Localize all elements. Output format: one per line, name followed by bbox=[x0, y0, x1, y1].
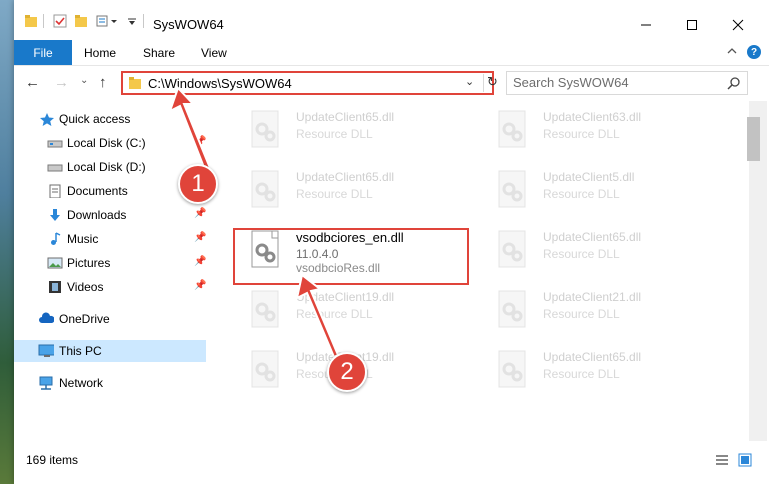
pin-icon[interactable]: 📌 bbox=[194, 256, 206, 267]
nav-item-network[interactable]: Network bbox=[14, 372, 206, 394]
details-view-icon[interactable] bbox=[715, 453, 729, 467]
item-count: 169 items bbox=[26, 453, 79, 467]
nav-item-videos[interactable]: Videos 📌 bbox=[14, 276, 206, 298]
nav-item-downloads[interactable]: Downloads 📌 bbox=[14, 204, 206, 226]
close-icon bbox=[732, 19, 744, 31]
pin-icon[interactable]: 📌 bbox=[194, 280, 206, 291]
search-input[interactable] bbox=[513, 75, 713, 90]
dll-file-icon bbox=[498, 170, 526, 208]
tab-share[interactable]: Share bbox=[143, 46, 175, 60]
properties-icon[interactable] bbox=[52, 13, 68, 29]
minimize-icon bbox=[641, 24, 651, 26]
music-icon bbox=[51, 232, 61, 245]
file-item[interactable]: UpdateClient65.dll Resource DLL bbox=[228, 165, 468, 217]
address-bar[interactable]: C:\Windows\SysWOW64 ⌄ ↻ bbox=[121, 71, 498, 95]
nav-item-onedrive[interactable]: OneDrive bbox=[14, 308, 206, 330]
address-row: ← → ⌄ ↑ C:\Windows\SysWOW64 ⌄ ↻ bbox=[14, 65, 769, 102]
highlight-box-file bbox=[233, 228, 469, 285]
title-bar: SysWOW64 bbox=[14, 0, 769, 38]
qa-dropdown-icon[interactable] bbox=[127, 13, 137, 29]
tab-view[interactable]: View bbox=[201, 46, 227, 60]
pictures-icon bbox=[47, 257, 63, 269]
nav-item-quick-access[interactable]: Quick access bbox=[14, 108, 206, 130]
dll-file-icon bbox=[498, 290, 526, 328]
step-badge-2: 2 bbox=[327, 352, 367, 392]
recent-locations-icon[interactable]: ⌄ bbox=[80, 75, 88, 86]
new-folder-icon[interactable] bbox=[74, 13, 88, 29]
title-divider bbox=[143, 14, 144, 28]
file-item[interactable]: UpdateClient21.dll Resource DLL bbox=[475, 285, 715, 337]
file-item[interactable]: UpdateClient65.dll Resource DLL bbox=[475, 345, 715, 397]
navigation-pane: Quick access Local Disk (C:) 📌 Local Dis… bbox=[14, 101, 210, 441]
refresh-icon[interactable]: ↻ bbox=[483, 74, 501, 92]
nav-item-music[interactable]: Music 📌 bbox=[14, 228, 206, 250]
close-button[interactable] bbox=[715, 10, 761, 40]
file-explorer-window: SysWOW64 File Home Share View ? ← → ⌄ ↑ … bbox=[14, 0, 769, 484]
file-item[interactable]: UpdateClient65.dll Resource DLL bbox=[228, 105, 468, 157]
pin-icon[interactable]: 📌 bbox=[194, 136, 206, 147]
dll-file-icon bbox=[251, 290, 279, 328]
help-icon[interactable]: ? bbox=[747, 45, 761, 59]
address-path: C:\Windows\SysWOW64 bbox=[148, 76, 292, 91]
file-item[interactable]: UpdateClient63.dll Resource DLL bbox=[475, 105, 715, 157]
back-icon[interactable]: ← bbox=[25, 74, 40, 91]
customize-toolbar-icon[interactable] bbox=[96, 13, 120, 29]
qa-divider bbox=[43, 14, 44, 28]
nav-item-local-disk-c[interactable]: Local Disk (C:) 📌 bbox=[14, 132, 206, 154]
dll-file-icon bbox=[251, 170, 279, 208]
drive-icon bbox=[47, 140, 63, 148]
pin-icon[interactable]: 📌 bbox=[194, 232, 206, 243]
pin-icon[interactable]: 📌 bbox=[194, 208, 206, 219]
folder-icon bbox=[25, 15, 37, 27]
dll-file-icon bbox=[498, 350, 526, 388]
search-icon[interactable] bbox=[727, 76, 741, 90]
downloads-icon bbox=[50, 209, 60, 221]
this-pc-icon bbox=[38, 344, 54, 357]
nav-item-local-disk-d[interactable]: Local Disk (D:) bbox=[14, 156, 206, 178]
maximize-icon bbox=[687, 20, 697, 30]
window-title: SysWOW64 bbox=[153, 17, 224, 32]
tab-home[interactable]: Home bbox=[84, 46, 116, 60]
dll-file-icon bbox=[251, 350, 279, 388]
forward-icon[interactable]: → bbox=[54, 74, 69, 91]
ribbon-expand-icon[interactable] bbox=[726, 45, 738, 57]
tab-file[interactable]: File bbox=[14, 40, 72, 65]
folder-icon bbox=[129, 77, 141, 89]
dll-file-icon bbox=[498, 110, 526, 148]
nav-item-this-pc[interactable]: This PC bbox=[14, 340, 206, 362]
dll-file-icon bbox=[251, 110, 279, 148]
drive-icon bbox=[47, 164, 63, 172]
up-icon[interactable]: ↑ bbox=[99, 74, 107, 91]
ribbon-tabs: File Home Share View ? bbox=[14, 40, 769, 65]
minimize-button[interactable] bbox=[623, 10, 669, 40]
status-bar: 169 items bbox=[14, 443, 769, 484]
file-item[interactable]: UpdateClient19.dll Resource DLL bbox=[228, 285, 468, 337]
videos-icon bbox=[49, 281, 61, 293]
star-icon bbox=[40, 113, 54, 126]
onedrive-icon bbox=[39, 312, 54, 323]
documents-icon bbox=[49, 184, 61, 198]
search-box[interactable] bbox=[506, 71, 748, 95]
step-badge-1: 1 bbox=[178, 164, 218, 204]
large-icons-view-icon[interactable] bbox=[738, 453, 752, 467]
file-item[interactable]: UpdateClient5.dll Resource DLL bbox=[475, 165, 715, 217]
maximize-button[interactable] bbox=[669, 10, 715, 40]
nav-item-pictures[interactable]: Pictures 📌 bbox=[14, 252, 206, 274]
dll-file-icon bbox=[498, 230, 526, 268]
file-item[interactable]: UpdateClient65.dll Resource DLL bbox=[475, 225, 715, 277]
address-dropdown-icon[interactable]: ⌄ bbox=[465, 75, 474, 88]
scrollbar-thumb[interactable] bbox=[747, 117, 760, 161]
network-icon bbox=[39, 376, 53, 390]
